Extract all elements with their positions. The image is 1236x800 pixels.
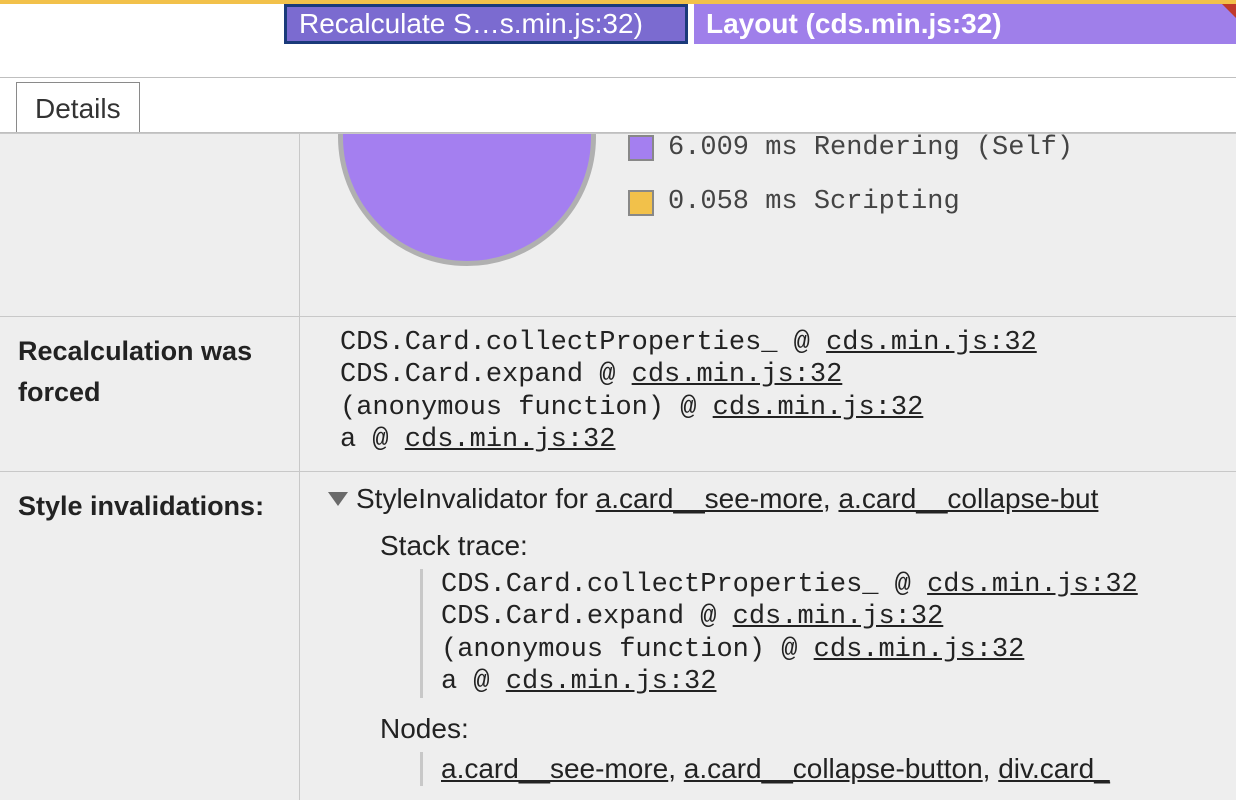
stack-frame: CDS.Card.collectProperties_ @ cds.min.js… xyxy=(441,569,1216,601)
pie-legend: 6.009 ms Rendering (Self) 0.058 ms Scrip… xyxy=(628,134,1073,241)
pie-rendering-slice xyxy=(338,134,596,266)
style-invalidations-value: StyleInvalidator for a.card__see-more, a… xyxy=(300,472,1236,800)
legend-text: 6.009 ms Rendering (Self) xyxy=(668,134,1073,164)
style-invalidator-header[interactable]: StyleInvalidator for a.card__see-more, a… xyxy=(328,482,1216,516)
stack-frame: a @ cds.min.js:32 xyxy=(340,424,1216,456)
stack-trace-label: Stack trace: xyxy=(380,529,1216,563)
invalidated-nodes-list: a.card__see-more, a.card__collapse-butto… xyxy=(420,752,1216,786)
legend-item-rendering: 6.009 ms Rendering (Self) xyxy=(628,134,1073,164)
node-link[interactable]: a.card__see-more xyxy=(441,753,668,784)
details-panel: 6.009 ms Rendering (Self) 0.058 ms Scrip… xyxy=(0,133,1236,800)
details-tab-strip: Details xyxy=(0,77,1236,133)
flame-bar-recalculate-style[interactable]: Recalculate S…s.min.js:32) xyxy=(284,4,688,44)
stack-frame: CDS.Card.expand @ cds.min.js:32 xyxy=(441,601,1216,633)
row-label: Style invalidations: xyxy=(0,472,300,800)
warning-corner-icon xyxy=(1222,4,1236,18)
row-label-blank xyxy=(0,134,300,316)
source-link[interactable]: cds.min.js:32 xyxy=(713,393,924,423)
tab-details[interactable]: Details xyxy=(16,82,140,132)
forced-stack-trace: CDS.Card.collectProperties_ @ cds.min.js… xyxy=(300,317,1236,471)
swatch-rendering-icon xyxy=(628,135,654,161)
stack-frame: CDS.Card.collectProperties_ @ cds.min.js… xyxy=(340,327,1216,359)
swatch-scripting-icon xyxy=(628,190,654,216)
row-aggregated-time: 6.009 ms Rendering (Self) 0.058 ms Scrip… xyxy=(0,134,1236,317)
flame-bar-label: Recalculate S…s.min.js:32) xyxy=(299,8,643,40)
flame-bar-label: Layout (cds.min.js:32) xyxy=(706,8,1002,40)
source-link[interactable]: cds.min.js:32 xyxy=(506,667,717,697)
row-recalculation-forced: Recalculation was forced CDS.Card.collec… xyxy=(0,317,1236,472)
style-invalidator-block: StyleInvalidator for a.card__see-more, a… xyxy=(328,482,1216,786)
stack-frame: a @ cds.min.js:32 xyxy=(441,666,1216,698)
stack-frame: (anonymous function) @ cds.min.js:32 xyxy=(340,392,1216,424)
source-link[interactable]: cds.min.js:32 xyxy=(733,602,944,632)
selector-link[interactable]: a.card__see-more xyxy=(596,483,823,514)
nodes-label: Nodes: xyxy=(380,712,1216,746)
disclosure-triangle-icon[interactable] xyxy=(328,492,348,506)
legend-item-scripting: 0.058 ms Scripting xyxy=(628,186,1073,218)
selector-link[interactable]: a.card__collapse-but xyxy=(838,483,1098,514)
node-link[interactable]: div.card_ xyxy=(998,753,1110,784)
tab-label: Details xyxy=(35,93,121,124)
flame-bar-layout[interactable]: Layout (cds.min.js:32) xyxy=(694,4,1236,44)
source-link[interactable]: cds.min.js:32 xyxy=(632,360,843,390)
invalidation-stack-trace: CDS.Card.collectProperties_ @ cds.min.js… xyxy=(420,569,1216,699)
flame-chart-row: Recalculate S…s.min.js:32) Layout (cds.m… xyxy=(0,0,1236,47)
pie-chart xyxy=(340,134,602,302)
row-style-invalidations: Style invalidations: StyleInvalidator fo… xyxy=(0,472,1236,800)
legend-text: 0.058 ms Scripting xyxy=(668,186,960,218)
row-label: Recalculation was forced xyxy=(0,317,300,471)
node-link[interactable]: a.card__collapse-button xyxy=(684,753,983,784)
source-link[interactable]: cds.min.js:32 xyxy=(405,425,616,455)
source-link[interactable]: cds.min.js:32 xyxy=(927,570,1138,600)
aggregated-time-value: 6.009 ms Rendering (Self) 0.058 ms Scrip… xyxy=(300,134,1236,316)
source-link[interactable]: cds.min.js:32 xyxy=(814,635,1025,665)
stack-frame: CDS.Card.expand @ cds.min.js:32 xyxy=(340,359,1216,391)
source-link[interactable]: cds.min.js:32 xyxy=(826,328,1037,358)
stack-frame: (anonymous function) @ cds.min.js:32 xyxy=(441,634,1216,666)
